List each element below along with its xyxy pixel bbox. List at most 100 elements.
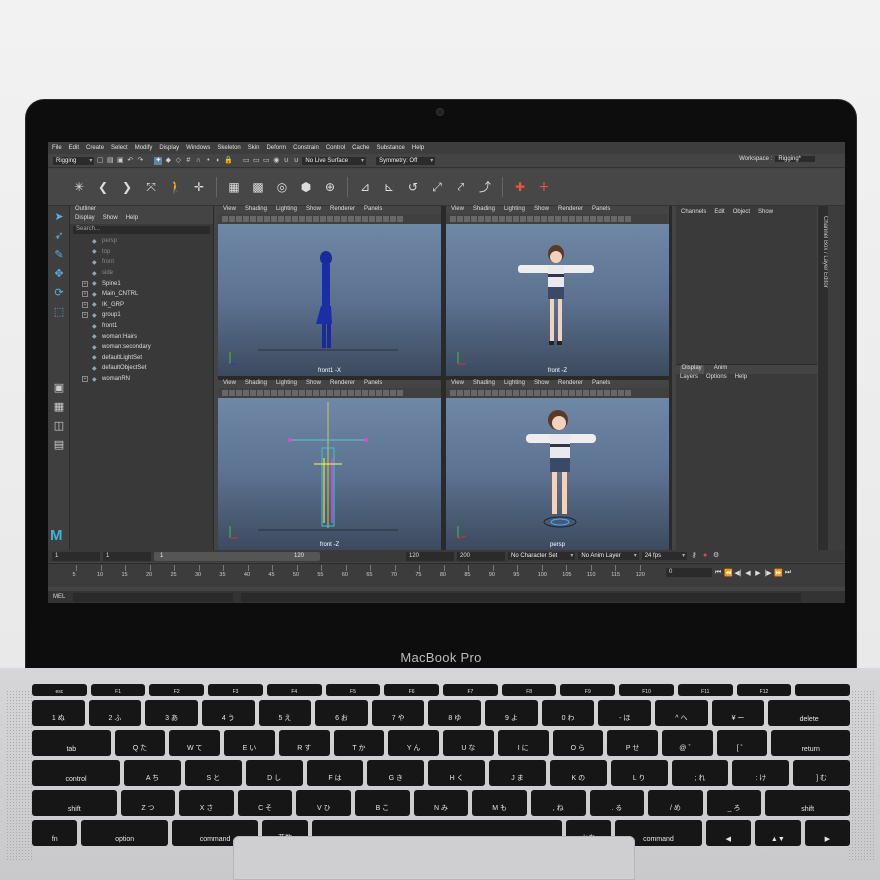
viewport-tool-icon[interactable] — [499, 390, 505, 396]
aim-constraint-icon[interactable]: ⤤ — [454, 180, 468, 194]
viewport-tool-icon[interactable] — [362, 216, 368, 222]
viewport-tool-icon[interactable] — [236, 390, 242, 396]
viewport-tool-icon[interactable] — [278, 390, 284, 396]
render-settings-icon[interactable]: ▭ — [262, 157, 270, 165]
four-pane-icon[interactable]: ▦ — [51, 399, 67, 415]
viewport-tool-icon[interactable] — [485, 390, 491, 396]
outliner-item[interactable]: + ◆ IK_GRP — [70, 300, 213, 311]
key[interactable]: 2 ふ — [88, 700, 142, 726]
viewport-tool-icon[interactable] — [625, 390, 631, 396]
key[interactable]: G き — [367, 760, 425, 786]
outliner-item[interactable]: ◆ defaultLightSet — [70, 353, 213, 364]
outliner-item[interactable]: + ◆ Main_CNTRL — [70, 289, 213, 300]
ipr-icon[interactable]: ▭ — [252, 157, 260, 165]
viewport-tool-icon[interactable] — [562, 390, 568, 396]
key[interactable]: tab — [32, 730, 111, 756]
key[interactable]: F6 — [384, 684, 440, 696]
anim-layer-dropdown[interactable]: No Anim Layer — [578, 552, 639, 560]
viewport-tool-icon[interactable] — [618, 390, 624, 396]
humanik-icon[interactable]: ✛ — [192, 180, 206, 194]
viewport-tool-icon[interactable] — [299, 216, 305, 222]
menu-display[interactable]: Display — [159, 145, 179, 151]
magnet-icon[interactable]: ∪ — [282, 157, 290, 165]
key[interactable]: ▲▼ — [755, 820, 801, 846]
viewport-tool-icon[interactable] — [534, 390, 540, 396]
viewport-menu-renderer[interactable]: Renderer — [330, 206, 355, 214]
outliner-item[interactable]: + ◆ group1 — [70, 310, 213, 321]
viewport-canvas[interactable]: front1 -X — [218, 224, 441, 376]
viewport-canvas[interactable]: front -Z — [446, 224, 669, 376]
playback-end-field[interactable]: 120 — [406, 551, 454, 561]
viewport-menu-renderer[interactable]: Renderer — [330, 380, 355, 388]
joint-tool-icon[interactable]: ✳ — [72, 180, 86, 194]
viewport-tool-icon[interactable] — [327, 216, 333, 222]
viewport-tool-icon[interactable] — [520, 216, 526, 222]
expand-icon[interactable]: + — [82, 301, 88, 308]
viewport-tool-icon[interactable] — [348, 390, 354, 396]
scale-constraint-icon[interactable]: ⤢ — [430, 180, 444, 194]
key[interactable]: 5 え — [258, 700, 312, 726]
viewport-tool-icon[interactable] — [457, 390, 463, 396]
select-component-icon[interactable]: ◇ — [174, 157, 182, 165]
menu-file[interactable]: File — [52, 145, 62, 151]
viewport-tool-icon[interactable] — [320, 216, 326, 222]
paint-select-icon[interactable]: ✎ — [51, 247, 67, 263]
open-scene-icon[interactable]: ▤ — [106, 157, 114, 165]
outliner-menu-help[interactable]: Help — [126, 215, 138, 224]
channel-menu-object[interactable]: Object — [733, 209, 750, 218]
viewport-tool-icon[interactable] — [243, 216, 249, 222]
key[interactable]: fn — [32, 820, 78, 846]
viewport-tool-icon[interactable] — [548, 390, 554, 396]
viewport-tool-icon[interactable] — [569, 390, 575, 396]
viewport-tool-icon[interactable] — [285, 216, 291, 222]
viewport-tool-icon[interactable] — [590, 216, 596, 222]
key[interactable]: F2 — [149, 684, 205, 696]
wire-icon[interactable]: ⊕ — [323, 180, 337, 194]
key[interactable]: F7 — [443, 684, 498, 696]
key[interactable]: Z つ — [120, 790, 176, 816]
viewport-tool-icon[interactable] — [334, 216, 340, 222]
viewport-tool-icon[interactable] — [292, 390, 298, 396]
viewport-tool-icon[interactable] — [506, 390, 512, 396]
viewport-menu-show[interactable]: Show — [306, 206, 321, 214]
key[interactable]: . る — [589, 790, 645, 816]
two-pane-icon[interactable]: ◫ — [51, 418, 67, 434]
key[interactable]: 7 や — [371, 700, 425, 726]
key[interactable]: [ ゜ — [716, 730, 768, 756]
play-backward-icon[interactable]: ◀ — [744, 569, 752, 577]
step-forward-key-icon[interactable]: ⏩ — [774, 569, 783, 577]
blendshape-icon[interactable]: ⬢ — [299, 180, 313, 194]
key[interactable]: @ ゛ — [661, 730, 713, 756]
play-forward-icon[interactable]: ▶ — [754, 569, 762, 577]
channel-menu-edit[interactable]: Edit — [714, 209, 724, 218]
key[interactable]: F8 — [501, 684, 557, 696]
viewport-tool-icon[interactable] — [362, 390, 368, 396]
key[interactable]: shift — [32, 790, 117, 816]
viewport-tool-icon[interactable] — [271, 216, 277, 222]
viewport-menu-lighting[interactable]: Lighting — [504, 206, 525, 214]
outliner-item[interactable]: ◆ persp — [70, 236, 213, 247]
current-frame-field[interactable]: 0 — [666, 568, 712, 577]
viewport-tool-icon[interactable] — [527, 390, 533, 396]
outliner-item[interactable]: ◆ defaultObjectSet — [70, 363, 213, 374]
key[interactable]: ¥ ー — [711, 700, 765, 726]
key[interactable]: ; れ — [671, 760, 729, 786]
key[interactable]: K の — [549, 760, 607, 786]
live-surface-dropdown[interactable]: No Live Surface — [302, 156, 367, 165]
snap-surface-icon[interactable]: ◐ — [214, 157, 222, 165]
key[interactable]: U な — [443, 730, 494, 756]
viewport-tool-icon[interactable] — [390, 216, 396, 222]
key[interactable]: W て — [169, 730, 221, 756]
key[interactable]: F9 — [560, 684, 616, 696]
expand-icon[interactable]: + — [82, 376, 88, 383]
key[interactable]: D し — [245, 760, 303, 786]
single-pane-icon[interactable]: ▣ — [51, 380, 67, 396]
pole-vector-icon[interactable]: ⤴ — [478, 180, 492, 194]
viewport-tool-icon[interactable] — [541, 390, 547, 396]
outliner-pane-icon[interactable]: ▤ — [51, 437, 67, 453]
redo-icon[interactable]: ↷ — [136, 157, 144, 165]
viewport-menu-shading[interactable]: Shading — [245, 206, 267, 214]
ik-spline-icon[interactable]: ❯ — [120, 180, 134, 194]
viewport-menu-lighting[interactable]: Lighting — [504, 380, 525, 388]
key[interactable]: ^ へ — [655, 700, 708, 726]
